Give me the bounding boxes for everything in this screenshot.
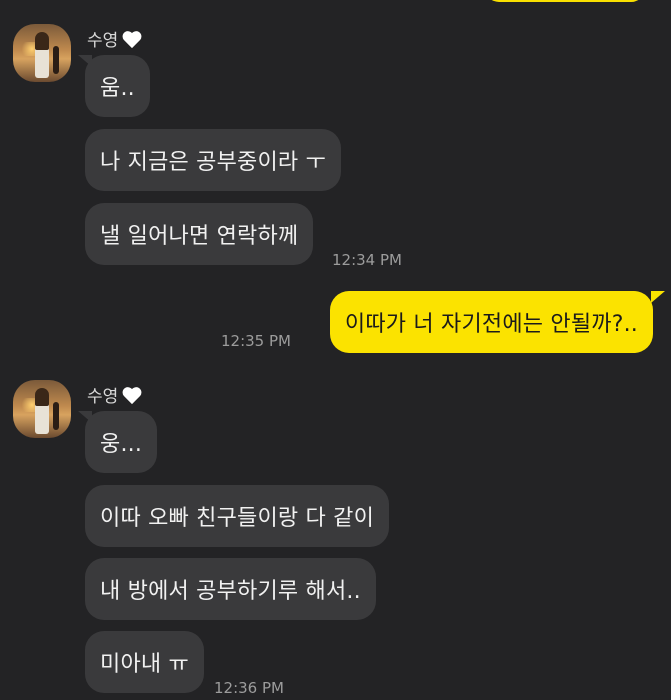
white-heart-icon	[122, 30, 142, 48]
incoming-message[interactable]: 이따 오빠 친구들이랑 다 같이	[85, 485, 390, 547]
white-heart-icon	[122, 386, 142, 404]
message-timestamp: 12:34 PM	[332, 251, 402, 269]
incoming-message[interactable]: 내 방에서 공부하기루 해서..	[85, 558, 376, 620]
contact-name: 수영	[87, 31, 119, 51]
bubble-tail	[651, 291, 665, 303]
incoming-message[interactable]: 낼 일어나면 연락하께	[85, 203, 314, 265]
contact-avatar[interactable]	[13, 24, 71, 82]
incoming-message[interactable]: 웅...	[85, 411, 158, 473]
previous-outgoing-bubble-edge	[485, 0, 645, 2]
message-timestamp: 12:36 PM	[214, 679, 284, 697]
incoming-message[interactable]: 움..	[85, 55, 150, 117]
contact-avatar[interactable]	[13, 380, 71, 438]
incoming-message[interactable]: 미아내 ㅠ	[85, 631, 204, 693]
contact-name: 수영	[87, 387, 119, 407]
message-timestamp: 12:35 PM	[221, 332, 291, 350]
outgoing-message[interactable]: 이따가 너 자기전에는 안될까?..	[329, 291, 653, 353]
contact-name-header: 수영	[87, 26, 143, 51]
incoming-message[interactable]: 나 지금은 공부중이라 ㅜ	[85, 129, 341, 191]
contact-name-header: 수영	[87, 382, 143, 407]
